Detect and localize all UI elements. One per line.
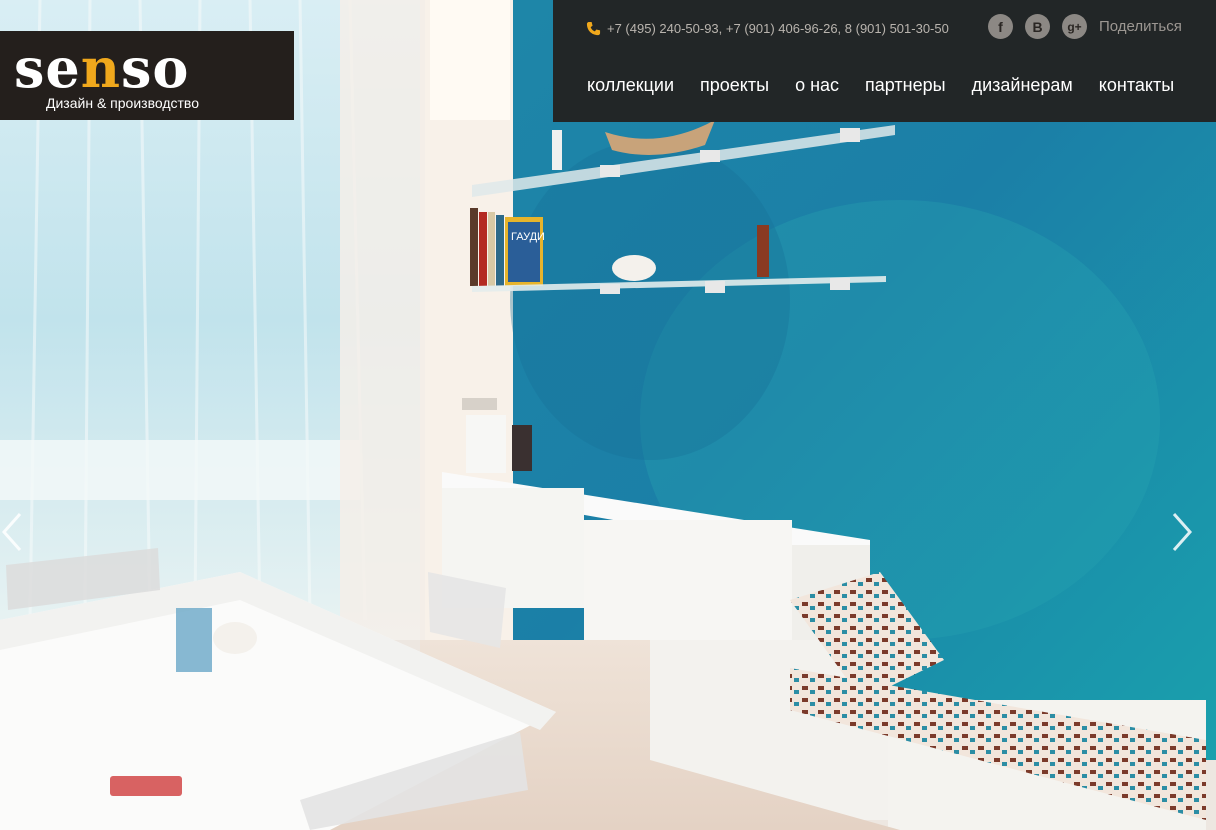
slider-next-button[interactable] bbox=[1168, 510, 1194, 554]
logo-tagline: Дизайн & производство bbox=[46, 95, 199, 111]
menu-item-collections[interactable]: коллекции bbox=[587, 75, 674, 96]
header-panel: +7 (495) 240-50-93, +7 (901) 406-96-26, … bbox=[553, 0, 1216, 122]
vkontakte-icon[interactable]: B bbox=[1025, 14, 1050, 39]
logo-prefix: se bbox=[14, 36, 81, 100]
logo-accent-letter: n bbox=[80, 36, 122, 100]
facebook-icon[interactable]: f bbox=[988, 14, 1013, 39]
chevron-right-icon bbox=[1172, 513, 1193, 551]
menu-item-designers[interactable]: дизайнерам bbox=[972, 75, 1073, 96]
slider-prev-button[interactable] bbox=[0, 510, 26, 554]
google-plus-icon[interactable]: g+ bbox=[1062, 14, 1087, 39]
chevron-left-icon bbox=[1, 513, 22, 551]
phone-icon bbox=[586, 21, 601, 36]
menu-item-projects[interactable]: проекты bbox=[700, 75, 769, 96]
hero-slide-image: ГАУДИ bbox=[0, 0, 1216, 830]
menu-item-about[interactable]: о нас bbox=[795, 75, 839, 96]
menu-item-partners[interactable]: партнеры bbox=[865, 75, 946, 96]
logo-wordmark: senso bbox=[14, 37, 189, 99]
menu-item-contacts[interactable]: контакты bbox=[1099, 75, 1174, 96]
social-links: f B g+ Поделиться bbox=[988, 14, 1182, 39]
main-menu: коллекции проекты о нас партнеры дизайне… bbox=[587, 75, 1174, 96]
logo-suffix: so bbox=[121, 36, 190, 100]
site-logo[interactable]: senso Дизайн & производство bbox=[0, 31, 294, 120]
contact-phones: +7 (495) 240-50-93, +7 (901) 406-96-26, … bbox=[586, 19, 949, 37]
interior-photo: ГАУДИ bbox=[0, 0, 1216, 830]
share-link[interactable]: Поделиться bbox=[1099, 18, 1182, 35]
book-title: ГАУДИ bbox=[511, 231, 545, 243]
phone-numbers: +7 (495) 240-50-93, +7 (901) 406-96-26, … bbox=[607, 20, 949, 36]
